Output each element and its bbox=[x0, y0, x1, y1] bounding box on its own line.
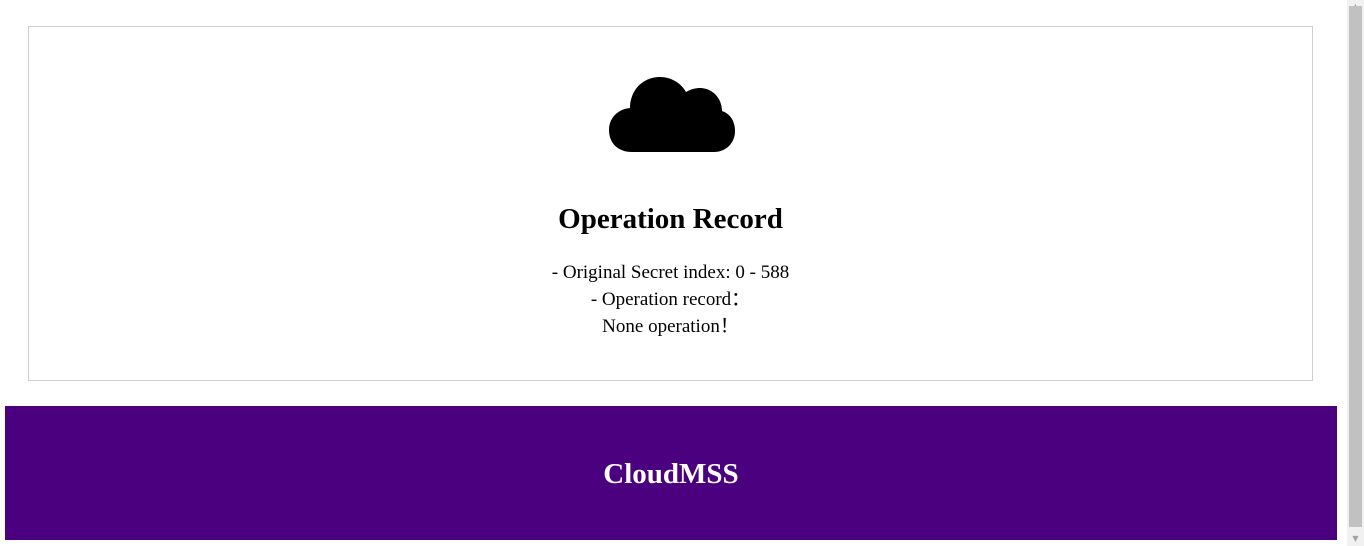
operation-record-line: - Operation record： bbox=[590, 289, 751, 310]
cloud-icon bbox=[609, 77, 735, 152]
none-operation-line: None operation！ bbox=[602, 316, 739, 337]
footer: CloudMSS bbox=[5, 406, 1337, 540]
footer-brand: CloudMSS bbox=[603, 458, 739, 490]
vertical-scrollbar[interactable]: ▲ ▼ bbox=[1347, 0, 1364, 546]
page-title: Operation Record bbox=[558, 203, 783, 235]
scroll-thumb[interactable] bbox=[1349, 6, 1362, 527]
scroll-down-arrow-icon[interactable]: ▼ bbox=[1347, 532, 1364, 546]
page: Operation Record - Original Secret index… bbox=[0, 0, 1347, 546]
secret-index-line: - Original Secret index: 0 - 588 bbox=[551, 262, 790, 283]
record-details: - Original Secret index: 0 - 588 - Opera… bbox=[29, 259, 1312, 340]
operation-record-card: Operation Record - Original Secret index… bbox=[28, 26, 1313, 381]
